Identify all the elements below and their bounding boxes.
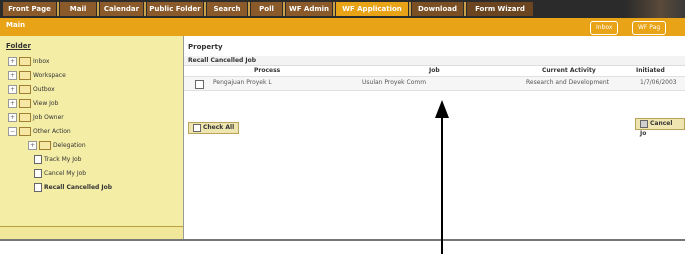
- cell-current-activity: Research and Development: [526, 79, 610, 86]
- collapse-icon[interactable]: −: [8, 126, 17, 136]
- tab-separator: [333, 2, 335, 16]
- tab-calendar[interactable]: Calendar: [100, 2, 143, 16]
- sidebar-item-label: Workspace: [33, 71, 66, 79]
- folder-icon: [39, 140, 51, 150]
- row-checkbox[interactable]: [195, 80, 204, 89]
- sidebar-item-label: Delegation: [53, 141, 86, 149]
- sidebar-item-track-my-job[interactable]: Track My Job: [34, 154, 82, 164]
- brand-logo: [625, 0, 685, 18]
- column-header-process[interactable]: Process: [254, 67, 280, 74]
- breadcrumb-main[interactable]: Main: [6, 21, 25, 29]
- tab-form-wizard[interactable]: Form Wizard: [467, 2, 533, 16]
- expand-icon[interactable]: +: [8, 56, 17, 66]
- tab-separator: [283, 2, 285, 16]
- open-folder-icon: [19, 126, 31, 136]
- column-header-job[interactable]: Job: [429, 67, 440, 74]
- tab-public-folder[interactable]: Public Folder: [147, 2, 203, 16]
- cell-process: Pengajuan Proyek L: [213, 79, 272, 86]
- breadcrumb-bar: Main Inbox WF Pag: [0, 18, 685, 36]
- cancel-icon: [640, 119, 648, 128]
- expand-icon[interactable]: +: [8, 98, 17, 108]
- document-icon: [34, 168, 42, 178]
- tab-separator: [57, 2, 59, 16]
- table-row[interactable]: Pengajuan Proyek L Usulan Proyek Comm Re…: [184, 76, 685, 91]
- folder-icon: [19, 70, 31, 80]
- tab-download[interactable]: Download: [412, 2, 463, 16]
- checkbox-icon: [193, 123, 201, 132]
- document-icon: [34, 182, 42, 192]
- page-bottom-border: [0, 239, 685, 241]
- column-header-initiated[interactable]: Initiated: [636, 67, 665, 74]
- sidebar-item-label: Cancel My Job: [44, 169, 87, 177]
- cell-job: Usulan Proyek Comm: [362, 79, 427, 86]
- tab-wf-admin[interactable]: WF Admin: [286, 2, 332, 16]
- wf-page-button[interactable]: WF Pag: [632, 21, 667, 35]
- sidebar-item-job-owner[interactable]: + Job Owner: [8, 112, 64, 122]
- tab-wf-application[interactable]: WF Application: [336, 2, 408, 16]
- folder-icon: [19, 84, 31, 94]
- annotation-arrow: [435, 100, 449, 254]
- expand-icon[interactable]: +: [8, 70, 17, 80]
- folder-icon: [19, 56, 31, 66]
- tab-separator: [97, 2, 99, 16]
- check-all-label: Check All: [203, 124, 235, 131]
- tab-separator: [204, 2, 206, 16]
- sidebar-footer: [0, 226, 183, 239]
- tab-separator: [144, 2, 146, 16]
- panel-title: Property: [188, 43, 223, 51]
- sidebar-item-label: Inbox: [33, 57, 50, 65]
- sidebar-item-label: Recall Cancelled Job: [44, 183, 113, 191]
- document-icon: [34, 154, 42, 164]
- arrow-head-icon: [435, 100, 449, 118]
- inbox-button[interactable]: Inbox: [590, 21, 619, 35]
- tab-separator: [464, 2, 466, 16]
- arrow-shaft: [441, 118, 443, 254]
- sidebar-title: Folder: [6, 42, 31, 50]
- sidebar-item-label: Job Owner: [33, 113, 64, 121]
- tab-separator: [248, 2, 250, 16]
- sidebar-item-outbox[interactable]: + Outbox: [8, 84, 55, 94]
- tab-front-page[interactable]: Front Page: [3, 2, 56, 16]
- sidebar-item-other-action[interactable]: − Other Action: [8, 126, 71, 136]
- cell-initiated: 1/7/06/2003: [640, 79, 677, 86]
- folder-icon: [19, 112, 31, 122]
- sidebar-item-label: Outbox: [33, 85, 55, 93]
- sidebar-item-label: View Job: [33, 99, 59, 107]
- sidebar-item-cancel-my-job[interactable]: Cancel My Job: [34, 168, 86, 178]
- tab-separator: [409, 2, 411, 16]
- expand-icon[interactable]: +: [28, 140, 37, 150]
- expand-icon[interactable]: +: [8, 84, 17, 94]
- sidebar-item-workspace[interactable]: + Workspace: [8, 70, 66, 80]
- tab-mail[interactable]: Mail: [60, 2, 96, 16]
- check-all-button[interactable]: Check All: [188, 122, 240, 134]
- cancel-job-button[interactable]: Cancel Jo: [635, 118, 685, 137]
- sidebar-item-view-job[interactable]: + View Job: [8, 98, 58, 108]
- expand-icon[interactable]: +: [8, 112, 17, 122]
- section-header: Recall Cancelled Job: [184, 56, 685, 66]
- tab-poll[interactable]: Poll: [251, 2, 282, 16]
- top-nav-bar: Front Page Mail Calendar Public Folder S…: [0, 0, 685, 18]
- tab-search[interactable]: Search: [207, 2, 247, 16]
- folder-icon: [19, 98, 31, 108]
- sidebar-item-delegation[interactable]: + Delegation: [28, 140, 86, 150]
- sidebar-item-label: Other Action: [33, 127, 71, 135]
- sidebar-item-label: Track My Job: [44, 155, 82, 163]
- section-title: Recall Cancelled Job: [188, 57, 257, 64]
- sidebar-item-inbox[interactable]: + Inbox: [8, 56, 49, 66]
- folder-sidebar: Folder + Inbox + Workspace + Outbox + Vi…: [0, 36, 184, 239]
- column-header-current-activity[interactable]: Current Activity: [542, 67, 596, 74]
- sidebar-item-recall-cancelled-job[interactable]: Recall Cancelled Job: [34, 182, 112, 192]
